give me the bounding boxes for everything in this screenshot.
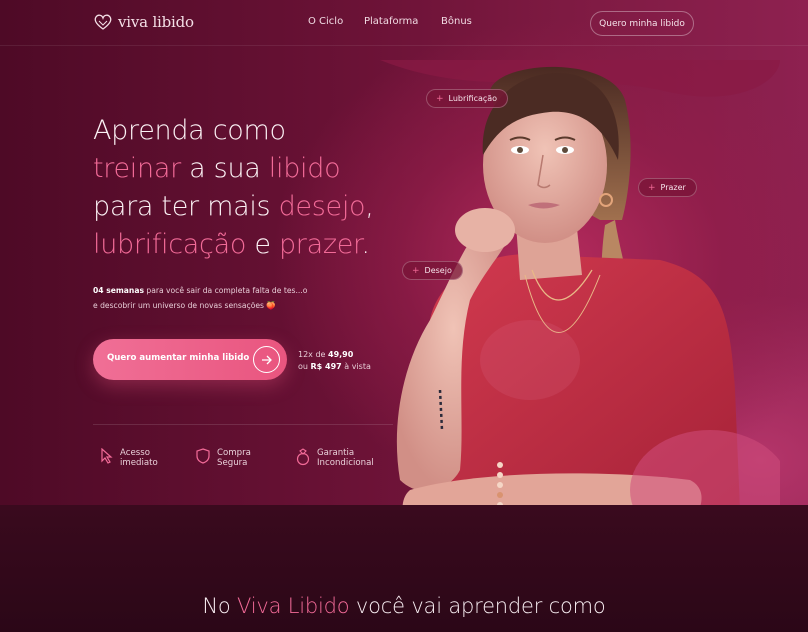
tag-desejo: + Desejo — [402, 261, 463, 280]
plus-icon: + — [412, 265, 420, 276]
headline-highlight-desejo: desejo — [278, 191, 366, 222]
headline-highlight-lubrificacao: lubrificação — [93, 229, 247, 260]
subtitle-bold: 04 semanas — [93, 286, 144, 295]
headline-highlight-treinar: treinar — [93, 153, 181, 184]
feature-label: Acesso — [120, 448, 150, 458]
feature-label: imediato — [120, 458, 158, 468]
tag-lubrificacao: + Lubrificação — [426, 89, 509, 108]
headline-text: a sua — [180, 153, 269, 184]
hero-portrait — [380, 60, 780, 505]
arrow-right-icon — [253, 346, 280, 373]
shield-icon — [196, 448, 210, 464]
hero-cta-button[interactable]: Quero aumentar minha libido — [93, 339, 287, 380]
nav-link-bonus[interactable]: Bônus — [441, 16, 472, 27]
headline-text: , — [365, 191, 374, 222]
plus-icon: + — [648, 182, 656, 193]
tag-label: Desejo — [424, 266, 452, 275]
feature-label: Segura — [217, 458, 248, 468]
ring-icon — [296, 448, 310, 466]
cash-suffix: à vista — [341, 362, 371, 371]
nav-link-plataforma[interactable]: Plataforma — [364, 16, 418, 27]
price-info: 12x de 49,90 ou R$ 497 à vista — [298, 349, 371, 373]
feature-garantia: Garantia Incondicional — [295, 448, 374, 468]
hero-section: viva libido O Ciclo Plataforma Bônus Que… — [0, 0, 808, 505]
tag-label: Prazer — [660, 183, 686, 192]
subtitle-text: para você sair da completa falta de tes.… — [143, 286, 308, 295]
cash-value: R$ 497 — [310, 362, 342, 371]
cash-prefix: ou — [298, 362, 311, 371]
installments-prefix: 12x de — [298, 350, 328, 359]
cta-label: Quero aumentar minha libido — [107, 353, 250, 363]
feature-label: Garantia — [317, 448, 355, 458]
cursor-icon — [101, 448, 113, 464]
feature-compra: Compra Segura — [195, 448, 251, 468]
heart-logo-icon — [94, 14, 112, 30]
divider — [93, 424, 393, 425]
headline-text: . — [361, 229, 370, 260]
logo[interactable]: viva libido — [93, 12, 194, 32]
section-title-highlight: Viva Libido — [237, 594, 350, 618]
hero-subtitle: 04 semanas para você sair da completa fa… — [93, 283, 353, 313]
headline-text: e — [246, 229, 279, 260]
feature-label: Incondicional — [317, 458, 374, 468]
section-title-text: No — [202, 594, 238, 618]
tag-label: Lubrificação — [448, 94, 498, 103]
top-navbar: viva libido O Ciclo Plataforma Bônus Que… — [0, 0, 808, 46]
logo-text: viva libido — [118, 13, 194, 31]
headline-line1: Aprenda como — [93, 115, 286, 146]
tag-prazer: + Prazer — [638, 178, 697, 197]
hero-headline: Aprenda como treinar a sua libido para t… — [93, 112, 374, 264]
feature-acesso: Acesso imediato — [100, 448, 158, 468]
feature-label: Compra — [217, 448, 251, 458]
installments-value: 49,90 — [328, 350, 354, 359]
section-title: No Viva Libido você vai aprender como — [0, 594, 808, 618]
nav-link-o-ciclo[interactable]: O Ciclo — [308, 16, 343, 27]
section-title-text: você vai aprender como — [349, 594, 606, 618]
headline-text: para ter mais — [93, 191, 279, 222]
subtitle-line2: e descobrir um universo de novas sensaçõ… — [93, 301, 276, 310]
headline-highlight-libido: libido — [268, 153, 341, 184]
plus-icon: + — [436, 93, 444, 104]
headline-highlight-prazer: prazer — [278, 229, 362, 260]
nav-cta-button[interactable]: Quero minha libido — [590, 11, 694, 36]
